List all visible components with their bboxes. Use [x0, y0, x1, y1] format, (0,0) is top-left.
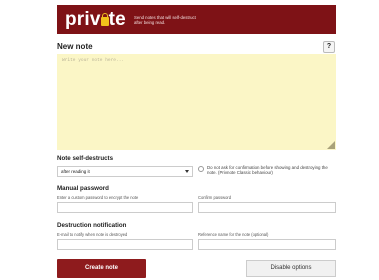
chevron-down-icon: [185, 170, 189, 173]
note-placeholder: Write your note here...: [62, 58, 125, 63]
confirm-option-text: Do not ask for confirmation before showi…: [207, 165, 328, 176]
email-hint: E-mail to notify when note is destroyed: [57, 232, 128, 237]
reference-hint: Reference name for the note (optional): [198, 232, 269, 237]
confirm-password-input[interactable]: [198, 202, 336, 213]
password-hint: Enter a custom password to encrypt the n…: [57, 195, 139, 200]
tagline: Send notes that will self-destruct after…: [133, 14, 196, 25]
password-input[interactable]: [57, 202, 193, 213]
confirm-checkbox[interactable]: [198, 165, 204, 172]
destruction-notification-label: Destruction notification: [57, 222, 127, 229]
app-header: priv te Send notes that will self-destru…: [57, 5, 336, 34]
lock-icon: [100, 13, 109, 26]
note-textarea[interactable]: Write your note here...: [57, 54, 336, 150]
logo-text-left: priv: [65, 9, 101, 30]
manual-password-label: Manual password: [57, 185, 109, 192]
page-title: New note: [57, 42, 93, 51]
email-input[interactable]: [57, 239, 193, 250]
self-destruct-label: Note self-destructs: [57, 155, 114, 162]
self-destruct-select[interactable]: after reading it: [57, 166, 193, 177]
disable-options-button[interactable]: Disable options: [246, 260, 336, 277]
reference-input[interactable]: [198, 239, 336, 250]
resize-handle-icon[interactable]: [327, 141, 335, 149]
note-form: New note ? Write your note here... Note …: [57, 34, 336, 280]
self-destruct-value: after reading it: [61, 169, 90, 174]
privnote-logo[interactable]: priv te: [65, 10, 126, 29]
top-border: [0, 0, 379, 3]
confirm-option[interactable]: Do not ask for confirmation before showi…: [198, 165, 336, 175]
create-note-button[interactable]: Create note: [57, 259, 146, 278]
help-button[interactable]: ?: [323, 41, 335, 53]
confirm-password-hint: Confirm password: [198, 195, 231, 200]
logo-text-right: te: [108, 9, 126, 30]
